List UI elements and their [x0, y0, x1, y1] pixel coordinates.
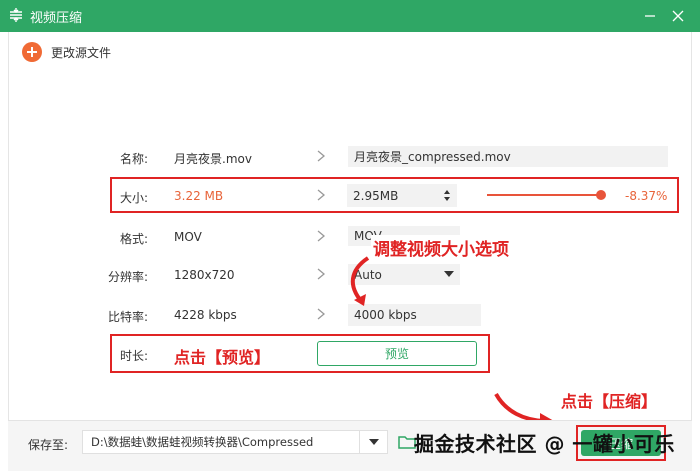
close-icon[interactable]	[668, 6, 688, 26]
plus-icon	[22, 42, 42, 62]
arrow-annotation-icon	[351, 256, 370, 306]
change-source-label: 更改源文件	[51, 45, 112, 60]
target-size-stepper[interactable]: 2.95MB	[347, 184, 457, 207]
resolution-label: 分辨率:	[107, 270, 148, 284]
bitrate-label: 比特率:	[107, 310, 148, 324]
caret-down-icon	[444, 271, 454, 277]
title-bar: 视频压缩	[0, 0, 700, 32]
duration-label: 时长:	[119, 349, 148, 363]
output-name-value: 月亮夜景_compressed.mov	[354, 150, 511, 164]
change-source-button[interactable]: 更改源文件	[22, 42, 111, 62]
stepper-arrows-icon[interactable]	[443, 188, 451, 203]
source-format-value: MOV	[174, 230, 202, 244]
caret-down-icon	[369, 439, 379, 445]
bitrate-field-value: 4000 kbps	[354, 308, 417, 322]
format-label: 格式:	[119, 232, 148, 246]
annotation-adjust-size: 调整视频大小选项	[371, 235, 511, 260]
save-path-field[interactable]: D:\数据蛙\数据蛙视频转换器\Compressed	[82, 430, 360, 454]
chevron-right-icon	[317, 230, 326, 242]
chevron-right-icon	[317, 150, 326, 162]
save-to-label: 保存至:	[28, 438, 69, 452]
source-resolution-value: 1280x720	[174, 268, 235, 282]
size-change-percent: -8.37%	[625, 189, 668, 203]
target-size-value: 2.95MB	[353, 188, 399, 203]
watermark-text: 掘金技术社区 @ 一罐小可乐	[414, 432, 675, 456]
source-bitrate-value: 4228 kbps	[174, 308, 237, 322]
name-label: 名称:	[119, 152, 148, 166]
size-label: 大小:	[119, 191, 148, 205]
compress-app-icon	[10, 8, 22, 22]
source-name-value: 月亮夜景.mov	[174, 152, 252, 166]
window-title: 视频压缩	[30, 11, 83, 26]
save-path-value: D:\数据蛙\数据蛙视频转换器\Compressed	[91, 435, 314, 449]
save-path-dropdown[interactable]	[360, 430, 388, 454]
annotation-click-compress: 点击【压缩】	[561, 392, 658, 411]
size-slider-track[interactable]	[487, 194, 601, 196]
minimize-icon[interactable]	[640, 6, 660, 26]
chevron-right-icon	[317, 268, 326, 280]
chevron-right-icon	[317, 308, 326, 320]
chevron-right-icon	[317, 189, 326, 201]
preview-button-label: 预览	[384, 347, 409, 361]
output-name-field[interactable]: 月亮夜景_compressed.mov	[348, 146, 668, 167]
annotation-click-preview: 点击【预览】	[174, 348, 271, 367]
preview-button[interactable]: 预览	[317, 341, 477, 366]
size-slider-handle[interactable]	[596, 190, 606, 200]
source-size-value: 3.22 MB	[174, 189, 224, 203]
